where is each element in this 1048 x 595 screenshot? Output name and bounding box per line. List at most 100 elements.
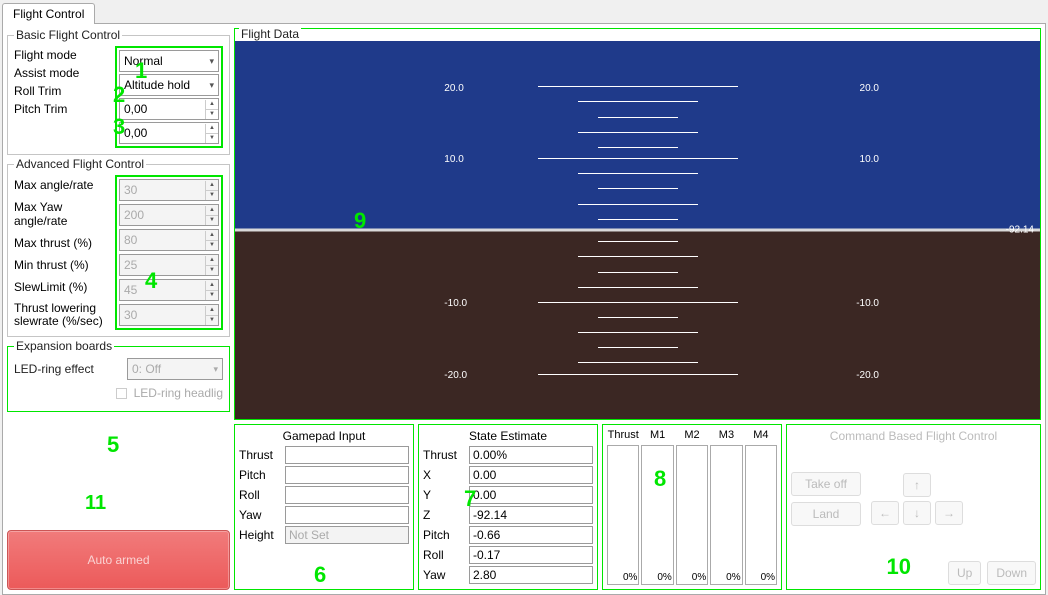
expansion-title: Expansion boards (14, 339, 114, 353)
adv-val: 30 (120, 308, 205, 322)
gamepad-height-field: Not Set (285, 526, 409, 544)
pitch-label: 20.0 (860, 83, 879, 94)
adv-label: Max Yaw angle/rate (14, 200, 109, 228)
max-thrust-spinner: 80▲▼ (119, 229, 219, 251)
pitch-line (538, 302, 738, 303)
spin-up-icon: ▲ (206, 281, 218, 291)
down-button: Down (987, 561, 1036, 585)
assist-mode-select[interactable]: Altitude hold ▾ (119, 74, 219, 96)
state-label: Z (423, 508, 465, 522)
annotation-11: 11 (85, 492, 106, 515)
adv-label: Min thrust (%) (14, 258, 109, 272)
m2-bar: 0% (676, 445, 708, 585)
pitch-trim-value: 0,00 (120, 126, 205, 140)
gamepad-label: Height (239, 528, 281, 542)
led-headlight-label: LED-ring headlig (134, 386, 223, 400)
flight-mode-value: Normal (124, 54, 163, 68)
bottom-row: Gamepad Input Thrust Pitch Roll Yaw Heig… (234, 424, 1041, 590)
spin-up-icon: ▲ (206, 306, 218, 316)
attitude-sky (235, 41, 1040, 230)
pitch-tick (578, 101, 698, 102)
pitch-tick (578, 132, 698, 133)
state-z-field: -92.14 (469, 506, 593, 524)
expansion-boards-group: Expansion boards LED-ring effect 0: Off … (7, 339, 230, 412)
adv-label: Max angle/rate (14, 178, 109, 192)
assist-mode-label: Assist mode (14, 66, 109, 80)
arrow-up-button: ↑ (903, 473, 931, 497)
advanced-flight-control-group: Advanced Flight Control Max angle/rate M… (7, 157, 230, 337)
spin-up-icon: ▲ (206, 256, 218, 266)
annotation-5: 5 (107, 432, 119, 458)
m3-bar: 0% (710, 445, 742, 585)
spin-up-icon[interactable]: ▲ (206, 100, 218, 110)
gamepad-label: Pitch (239, 468, 281, 482)
pitch-tick (598, 272, 678, 273)
roll-trim-label: Roll Trim (14, 84, 109, 98)
bar-header: Thrust (608, 429, 639, 445)
max-yaw-spinner: 200▲▼ (119, 204, 219, 226)
spin-up-icon[interactable]: ▲ (206, 124, 218, 134)
gamepad-label: Thrust (239, 448, 281, 462)
gamepad-pitch-field[interactable] (285, 466, 409, 484)
arrow-right-button: → (935, 501, 963, 525)
spin-down-icon: ▼ (206, 266, 218, 275)
flight-data-panel: Flight Data -92.14 20.0 20.0 10.0 10.0 -… (234, 28, 1041, 420)
land-button: Land (791, 502, 861, 526)
checkbox-icon (116, 388, 127, 399)
gamepad-roll-field[interactable] (285, 486, 409, 504)
spin-down-icon[interactable]: ▼ (206, 134, 218, 143)
state-x-field: 0.00 (469, 466, 593, 484)
bar-header: M4 (753, 429, 768, 445)
adv-val: 45 (120, 283, 205, 297)
tab-body: 1 2 3 4 5 11 Basic Flight Control Flight… (2, 23, 1046, 595)
state-pitch-field: -0.66 (469, 526, 593, 544)
arrow-left-button: ← (871, 501, 899, 525)
led-ring-value: 0: Off (132, 362, 161, 376)
gamepad-label: Roll (239, 488, 281, 502)
roll-trim-spinner[interactable]: 0,00 ▲▼ (119, 98, 219, 120)
state-thrust-field: 0.00% (469, 446, 593, 464)
basic-title: Basic Flight Control (14, 28, 122, 42)
tab-label: Flight Control (13, 7, 84, 21)
pitch-line (538, 86, 738, 87)
pitch-label: -20.0 (444, 370, 467, 381)
gamepad-input-panel: Gamepad Input Thrust Pitch Roll Yaw Heig… (234, 424, 414, 590)
min-thrust-spinner: 25▲▼ (119, 254, 219, 276)
bar-pct: 0% (692, 572, 706, 583)
pitch-tick (578, 287, 698, 288)
spin-down-icon: ▼ (206, 241, 218, 250)
adv-label: Thrust lowering slewrate (%/sec) (14, 302, 109, 328)
gamepad-yaw-field[interactable] (285, 506, 409, 524)
auto-armed-button[interactable]: Auto armed (7, 530, 230, 590)
flight-mode-label: Flight mode (14, 48, 109, 62)
spin-down-icon: ▼ (206, 216, 218, 225)
state-title: State Estimate (423, 429, 593, 443)
spin-down-icon[interactable]: ▼ (206, 110, 218, 119)
state-label: Thrust (423, 448, 465, 462)
pitch-tick (598, 241, 678, 242)
spin-down-icon: ▼ (206, 191, 218, 200)
tab-flight-control[interactable]: Flight Control (2, 3, 95, 24)
state-label: Roll (423, 548, 465, 562)
pitch-tick (598, 117, 678, 118)
pitch-label: -10.0 (444, 298, 467, 309)
flight-mode-select[interactable]: Normal ▾ (119, 50, 219, 72)
pitch-label: 10.0 (860, 154, 879, 165)
state-yaw-field: 2.80 (469, 566, 593, 584)
pitch-tick (578, 204, 698, 205)
bar-pct: 0% (726, 572, 740, 583)
right-area: 9 6 7 8 10 Flight Data -92.14 20.0 20.0 … (234, 28, 1041, 590)
max-angle-spinner: 30▲▼ (119, 179, 219, 201)
adv-label: Max thrust (%) (14, 236, 109, 250)
pitch-trim-spinner[interactable]: 0,00 ▲▼ (119, 122, 219, 144)
state-roll-field: -0.17 (469, 546, 593, 564)
advanced-title: Advanced Flight Control (14, 157, 146, 171)
pitch-label: 10.0 (444, 154, 463, 165)
altitude-readout: -92.14 (1006, 225, 1034, 236)
adv-label: SlewLimit (%) (14, 280, 109, 294)
gamepad-title: Gamepad Input (239, 429, 409, 443)
pitch-tick (598, 188, 678, 189)
pitch-label: -10.0 (856, 298, 879, 309)
command-title: Command Based Flight Control (791, 429, 1036, 443)
gamepad-thrust-field[interactable] (285, 446, 409, 464)
